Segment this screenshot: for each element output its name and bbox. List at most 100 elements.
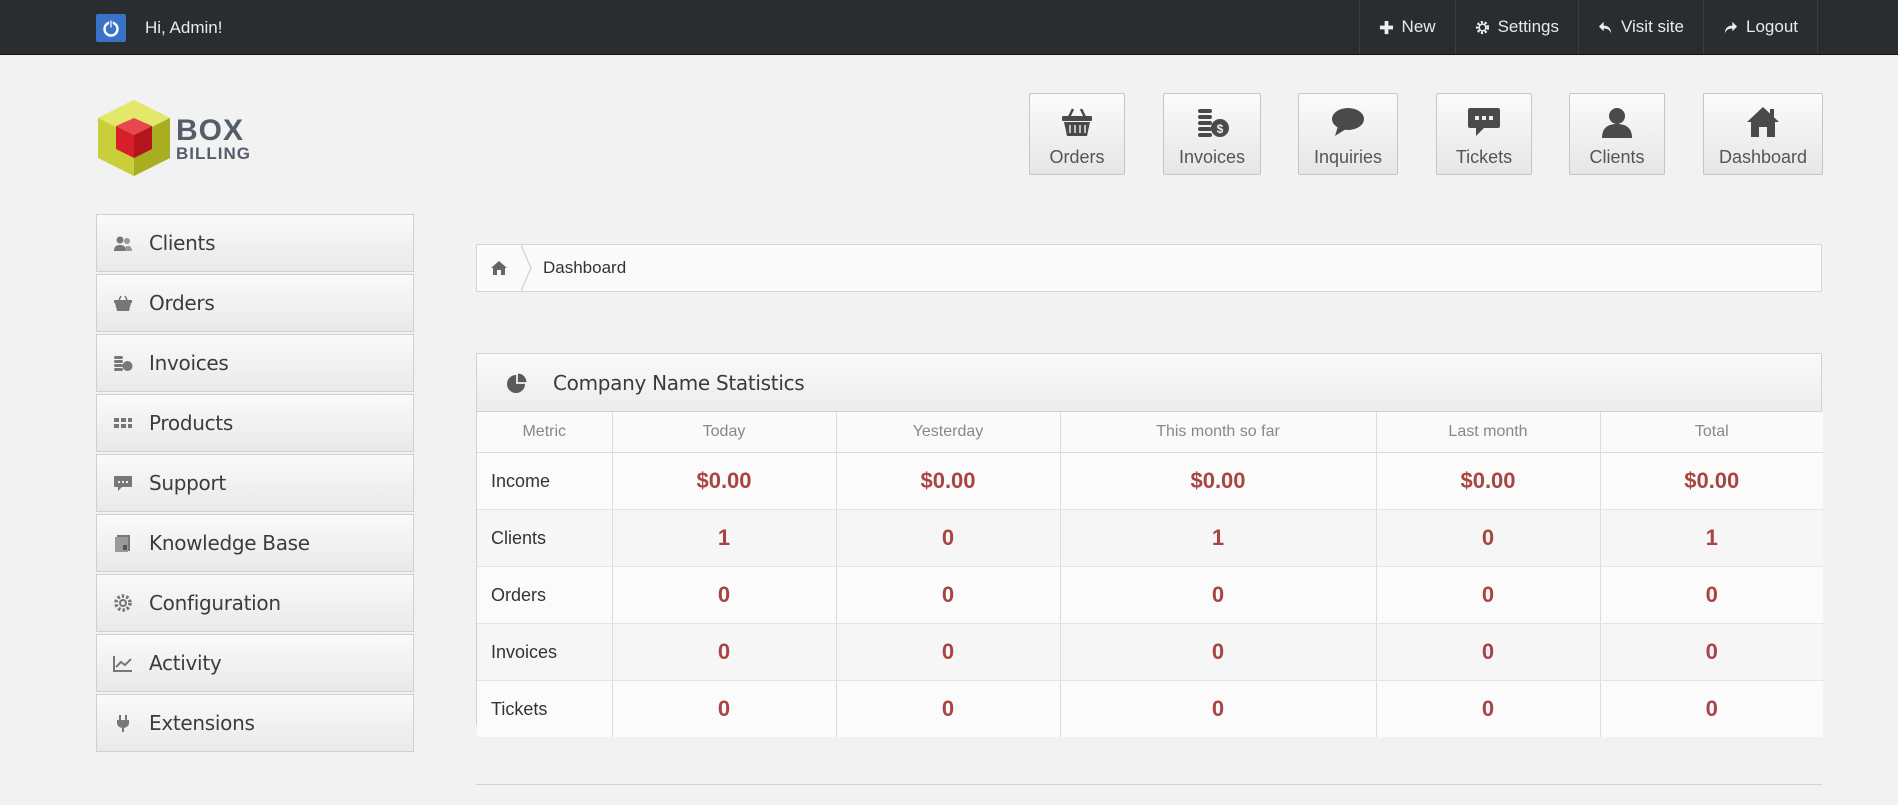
sidebar-item-clients-label: Clients <box>149 231 216 255</box>
table-row: Invoices 0 0 0 0 0 <box>477 623 1823 681</box>
logout-label: Logout <box>1746 17 1798 36</box>
shortcut-invoices[interactable]: $ Invoices <box>1163 93 1261 175</box>
power-icon[interactable] <box>96 14 126 42</box>
settings-label: Settings <box>1497 17 1559 36</box>
column-header: Last month <box>1376 412 1601 453</box>
new-button[interactable]: New <box>1358 0 1455 54</box>
speech-bubble-icon <box>1332 108 1364 136</box>
sidebar-item-extensions[interactable]: Extensions <box>96 694 414 752</box>
sidebar-item-invoices-label: Invoices <box>149 351 229 375</box>
table-header-row: Metric Today Yesterday This month so far… <box>477 412 1823 453</box>
stat-value: 0 <box>1376 566 1601 624</box>
gear-icon <box>114 594 132 612</box>
reply-icon <box>1598 21 1612 33</box>
logo-line1: BOX <box>176 114 245 147</box>
sidebar-menu: Clients Orders Invoices Products Support <box>96 214 414 754</box>
stat-value: $0.00 <box>1600 452 1823 510</box>
stat-value: 0 <box>836 509 1061 567</box>
sidebar-item-activity[interactable]: Activity <box>96 634 414 692</box>
stat-value: 0 <box>1600 680 1823 737</box>
column-header: Metric <box>477 412 613 453</box>
shortcut-tickets[interactable]: Tickets <box>1436 93 1532 175</box>
visit-site-label: Visit site <box>1621 17 1684 36</box>
chart-icon <box>113 656 132 672</box>
metric-label: Tickets <box>477 680 613 737</box>
sidebar-item-configuration[interactable]: Configuration <box>96 574 414 632</box>
basket-icon <box>114 295 132 311</box>
stat-value: 0 <box>612 623 837 681</box>
metric-label: Invoices <box>477 623 613 681</box>
column-header: Today <box>612 412 837 453</box>
shortcut-tickets-label: Tickets <box>1455 147 1513 167</box>
shortcut-inquiries[interactable]: Inquiries <box>1298 93 1398 175</box>
svg-text:$: $ <box>1217 122 1224 136</box>
sidebar-item-support-label: Support <box>149 471 226 495</box>
metric-label: Orders <box>477 566 613 624</box>
breadcrumb-separator-icon <box>521 245 532 291</box>
sidebar-item-clients[interactable]: Clients <box>96 214 414 272</box>
sidebar-item-products[interactable]: Products <box>96 394 414 452</box>
chat-icon <box>1468 108 1500 136</box>
table-row: Clients 1 0 1 0 1 <box>477 509 1823 567</box>
boxbilling-logo[interactable]: BOX BILLING <box>96 98 266 178</box>
stat-value: 0 <box>1060 623 1377 681</box>
stat-value: 0 <box>1376 509 1601 567</box>
breadcrumb-current: Dashboard <box>543 258 627 277</box>
shortcut-orders-label: Orders <box>1049 147 1105 167</box>
plug-icon <box>117 715 129 732</box>
stat-value: $0.00 <box>612 452 837 510</box>
stat-value: $0.00 <box>1376 452 1601 510</box>
gear-icon <box>1475 20 1489 34</box>
shortcut-clients[interactable]: Clients <box>1569 93 1665 175</box>
table-row: Tickets 0 0 0 0 0 <box>477 680 1823 737</box>
sidebar-item-support[interactable]: Support <box>96 454 414 512</box>
grid-icon <box>114 418 132 428</box>
greeting-text: Hi, Admin! <box>145 18 223 37</box>
sidebar-item-knowledge-base-label: Knowledge Base <box>149 531 310 555</box>
forward-icon <box>1724 21 1738 33</box>
sidebar-item-configuration-label: Configuration <box>149 591 281 615</box>
shortcut-clients-label: Clients <box>1589 147 1645 167</box>
sidebar-item-extensions-label: Extensions <box>149 711 255 735</box>
stat-value: $0.00 <box>1060 452 1377 510</box>
home-icon <box>1747 107 1779 137</box>
stat-value: 0 <box>1060 566 1377 624</box>
column-header: This month so far <box>1060 412 1377 453</box>
stat-value: 0 <box>1376 623 1601 681</box>
shortcut-invoices-label: Invoices <box>1178 147 1246 167</box>
shortcut-dashboard-label: Dashboard <box>1718 147 1808 167</box>
home-icon <box>491 261 507 275</box>
user-icon <box>1602 108 1632 138</box>
statistics-panel: Company Name Statistics Metric Today Yes… <box>476 353 1823 737</box>
sidebar-item-invoices[interactable]: Invoices <box>96 334 414 392</box>
column-header: Total <box>1600 412 1823 453</box>
book-icon <box>115 535 130 552</box>
visit-site-button[interactable]: Visit site <box>1578 0 1703 54</box>
stat-value: $0.00 <box>836 452 1061 510</box>
plus-icon <box>1379 20 1393 34</box>
logo-text: BOX BILLING <box>176 114 251 163</box>
new-label: New <box>1401 17 1436 36</box>
logo-line2: BILLING <box>176 144 251 163</box>
stat-value: 0 <box>1376 680 1601 737</box>
stat-value: 0 <box>836 566 1061 624</box>
shortcut-inquiries-label: Inquiries <box>1313 147 1383 167</box>
breadcrumb-home[interactable] <box>477 245 521 291</box>
settings-button[interactable]: Settings <box>1454 0 1578 54</box>
stat-value: 0 <box>1600 566 1823 624</box>
statistics-title: Company Name Statistics <box>553 370 805 395</box>
stat-value: 1 <box>1600 509 1823 567</box>
sidebar-item-knowledge-base[interactable]: Knowledge Base <box>96 514 414 572</box>
table-row: Orders 0 0 0 0 0 <box>477 566 1823 624</box>
metric-label: Clients <box>477 509 613 567</box>
logo-cube-icon <box>98 100 170 176</box>
shortcut-orders[interactable]: Orders <box>1029 93 1125 175</box>
sidebar-item-products-label: Products <box>149 411 233 435</box>
statistics-table: Metric Today Yesterday This month so far… <box>477 412 1823 737</box>
users-icon <box>114 236 132 251</box>
sidebar-item-orders[interactable]: Orders <box>96 274 414 332</box>
column-header: Yesterday <box>836 412 1061 453</box>
coins-icon: $ <box>1198 109 1229 137</box>
shortcut-dashboard[interactable]: Dashboard <box>1703 93 1823 175</box>
logout-button[interactable]: Logout <box>1703 0 1818 54</box>
